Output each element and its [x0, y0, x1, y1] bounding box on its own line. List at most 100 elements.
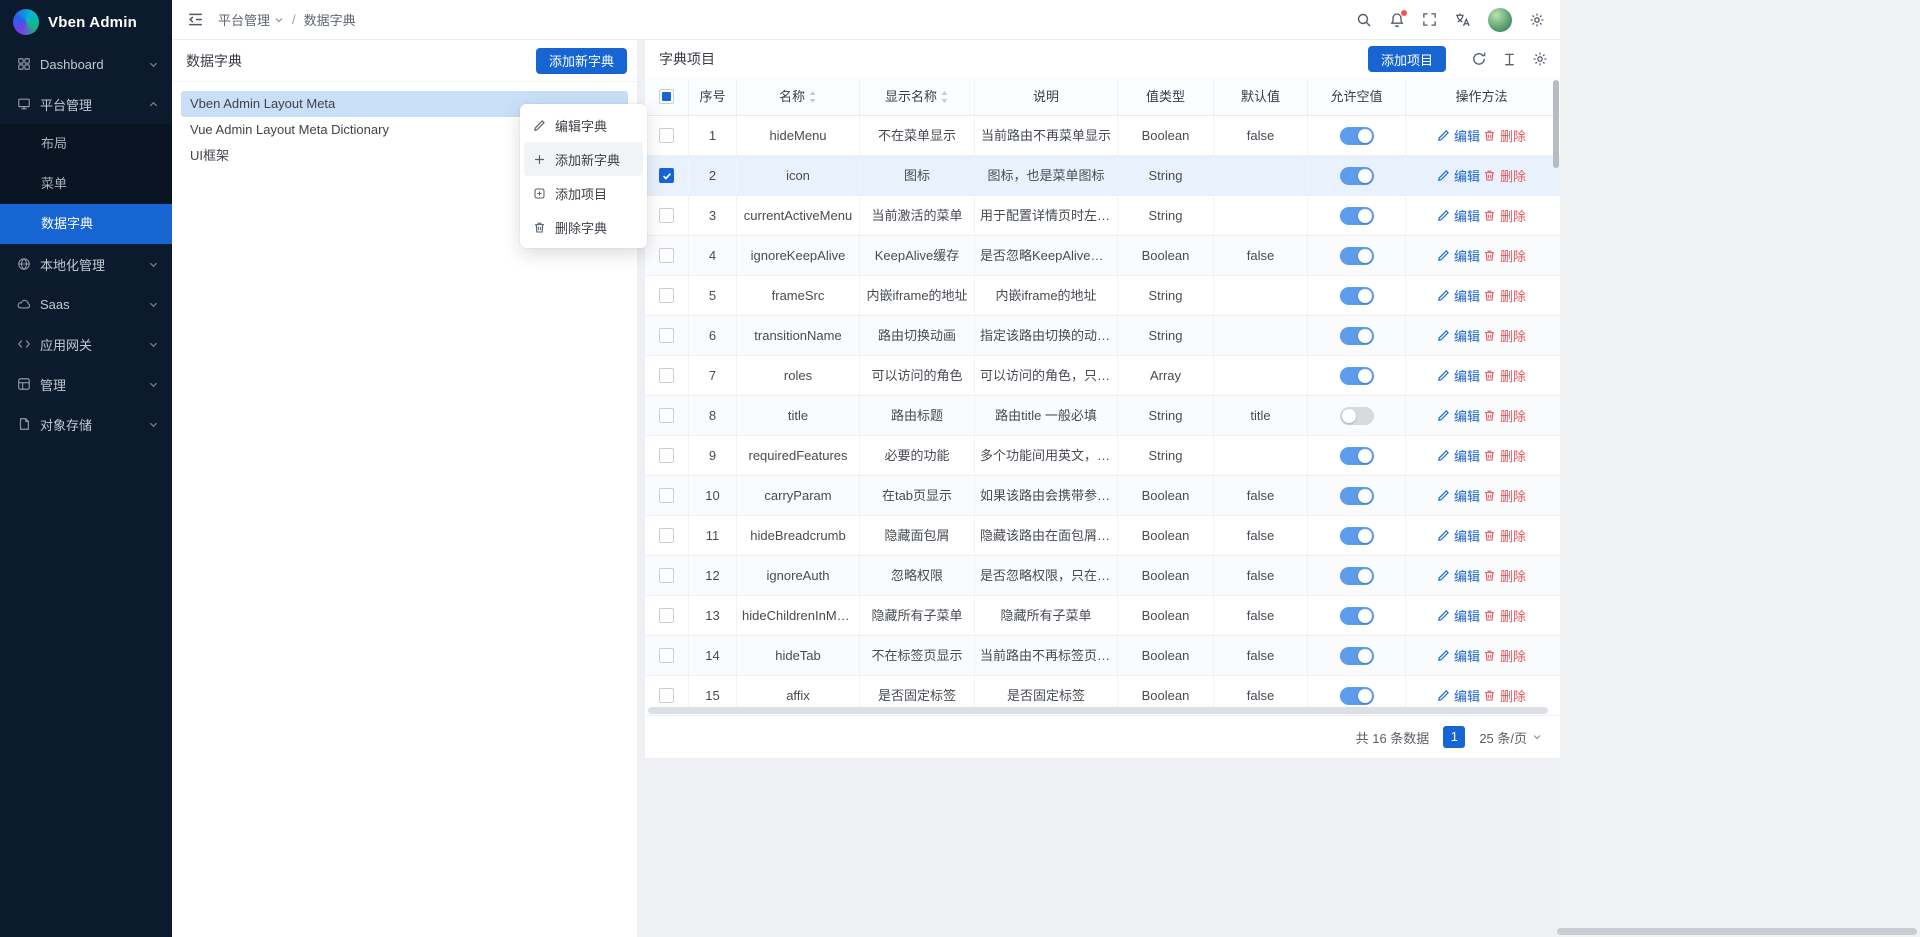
sidebar-item-management[interactable]: 管理 — [0, 364, 172, 404]
row-checkbox[interactable] — [659, 288, 674, 303]
edit-link[interactable]: 编辑 — [1437, 486, 1480, 505]
sidebar-item-storage[interactable]: 对象存储 — [0, 404, 172, 444]
vertical-scrollbar[interactable] — [1553, 80, 1559, 168]
edit-link[interactable]: 编辑 — [1437, 286, 1480, 305]
fullscreen-icon[interactable] — [1422, 12, 1437, 27]
allow-null-toggle[interactable] — [1340, 167, 1374, 185]
delete-link[interactable]: 删除 — [1483, 606, 1526, 625]
delete-link[interactable]: 删除 — [1483, 406, 1526, 425]
context-menu-item[interactable]: 添加项目 — [524, 176, 643, 210]
edit-link[interactable]: 编辑 — [1437, 126, 1480, 145]
delete-link[interactable]: 删除 — [1483, 566, 1526, 585]
allow-null-toggle[interactable] — [1340, 687, 1374, 705]
delete-link[interactable]: 删除 — [1483, 446, 1526, 465]
desktop-horizontal-scrollbar[interactable] — [1557, 928, 1917, 935]
row-checkbox[interactable] — [659, 648, 674, 663]
allow-null-toggle[interactable] — [1340, 647, 1374, 665]
delete-link[interactable]: 删除 — [1483, 366, 1526, 385]
edit-link[interactable]: 编辑 — [1437, 406, 1480, 425]
row-checkbox[interactable] — [659, 168, 674, 183]
row-checkbox[interactable] — [659, 608, 674, 623]
search-icon[interactable] — [1356, 12, 1372, 28]
delete-link[interactable]: 删除 — [1483, 166, 1526, 185]
row-checkbox[interactable] — [659, 568, 674, 583]
allow-null-toggle[interactable] — [1340, 287, 1374, 305]
delete-link[interactable]: 删除 — [1483, 206, 1526, 225]
context-menu-item[interactable]: 编辑字典 — [524, 108, 643, 142]
page-1-button[interactable]: 1 — [1443, 726, 1465, 748]
allow-null-toggle[interactable] — [1340, 407, 1374, 425]
allow-null-toggle[interactable] — [1340, 567, 1374, 585]
row-checkbox[interactable] — [659, 688, 674, 703]
column-settings-icon[interactable] — [1532, 51, 1548, 67]
column-header-display_name[interactable]: 显示名称 — [860, 78, 975, 115]
allow-null-toggle[interactable] — [1340, 527, 1374, 545]
delete-link[interactable]: 删除 — [1483, 326, 1526, 345]
page-size-select[interactable]: 25 条/页 — [1479, 728, 1542, 747]
breadcrumb-item-platform[interactable]: 平台管理 — [218, 10, 284, 29]
row-checkbox[interactable] — [659, 408, 674, 423]
allow-null-toggle[interactable] — [1340, 367, 1374, 385]
cell-name: hideChildrenInMenu — [737, 596, 860, 635]
edit-link[interactable]: 编辑 — [1437, 686, 1480, 705]
sidebar-subitem-layout[interactable]: 布局 — [0, 124, 172, 164]
sidebar-item-dashboard[interactable]: Dashboard — [0, 44, 172, 84]
row-checkbox[interactable] — [659, 128, 674, 143]
row-checkbox[interactable] — [659, 488, 674, 503]
edit-link[interactable]: 编辑 — [1437, 246, 1480, 265]
sidebar-item-gateway[interactable]: 应用网关 — [0, 324, 172, 364]
row-checkbox[interactable] — [659, 328, 674, 343]
delete-link[interactable]: 删除 — [1483, 486, 1526, 505]
notification-bell-icon[interactable] — [1389, 12, 1405, 28]
edit-link[interactable]: 编辑 — [1437, 526, 1480, 545]
horizontal-scrollbar[interactable] — [648, 707, 1548, 714]
settings-gear-icon[interactable] — [1529, 12, 1545, 28]
edit-link[interactable]: 编辑 — [1437, 326, 1480, 345]
edit-link[interactable]: 编辑 — [1437, 646, 1480, 665]
language-icon[interactable] — [1454, 11, 1471, 28]
edit-link[interactable]: 编辑 — [1437, 566, 1480, 585]
sidebar-subitem-data-dictionary[interactable]: 数据字典 — [0, 204, 172, 244]
edit-link[interactable]: 编辑 — [1437, 446, 1480, 465]
allow-null-toggle[interactable] — [1340, 247, 1374, 265]
sidebar-collapse-icon[interactable] — [187, 11, 204, 28]
row-checkbox[interactable] — [659, 528, 674, 543]
edit-link[interactable]: 编辑 — [1437, 206, 1480, 225]
row-checkbox[interactable] — [659, 248, 674, 263]
delete-link[interactable]: 删除 — [1483, 286, 1526, 305]
allow-null-toggle[interactable] — [1340, 207, 1374, 225]
delete-link[interactable]: 删除 — [1483, 126, 1526, 145]
avatar[interactable] — [1488, 8, 1512, 32]
delete-link[interactable]: 删除 — [1483, 646, 1526, 665]
dict-items-table: 序号名称显示名称说明值类型默认值允许空值操作方法 1hideMenu不在菜单显示… — [645, 78, 1560, 716]
delete-link[interactable]: 删除 — [1483, 526, 1526, 545]
allow-null-toggle[interactable] — [1340, 447, 1374, 465]
allow-null-toggle[interactable] — [1340, 607, 1374, 625]
context-menu-item[interactable]: 添加新字典 — [524, 142, 643, 176]
sidebar-subitem-menu[interactable]: 菜单 — [0, 164, 172, 204]
delete-link[interactable]: 删除 — [1483, 246, 1526, 265]
context-menu-item[interactable]: 删除字典 — [524, 210, 643, 244]
add-dictionary-button[interactable]: 添加新字典 — [536, 48, 627, 74]
edit-link[interactable]: 编辑 — [1437, 166, 1480, 185]
sidebar-item-saas[interactable]: Saas — [0, 284, 172, 324]
column-header-name[interactable]: 名称 — [737, 78, 860, 115]
row-checkbox[interactable] — [659, 368, 674, 383]
add-item-button[interactable]: 添加项目 — [1368, 46, 1446, 72]
refresh-icon[interactable] — [1471, 51, 1487, 67]
delete-link[interactable]: 删除 — [1483, 686, 1526, 705]
select-all-checkbox[interactable] — [659, 89, 674, 104]
allow-null-toggle[interactable] — [1340, 127, 1374, 145]
sidebar-item-platform[interactable]: 平台管理 — [0, 84, 172, 124]
row-height-icon[interactable] — [1502, 52, 1517, 67]
allow-null-toggle[interactable] — [1340, 487, 1374, 505]
row-checkbox[interactable] — [659, 448, 674, 463]
sort-icon[interactable] — [940, 90, 949, 104]
allow-null-toggle[interactable] — [1340, 327, 1374, 345]
edit-link[interactable]: 编辑 — [1437, 606, 1480, 625]
sidebar-item-localization[interactable]: 本地化管理 — [0, 244, 172, 284]
logo[interactable]: Vben Admin — [0, 0, 172, 44]
sort-icon[interactable] — [808, 90, 817, 104]
edit-link[interactable]: 编辑 — [1437, 366, 1480, 385]
row-checkbox[interactable] — [659, 208, 674, 223]
